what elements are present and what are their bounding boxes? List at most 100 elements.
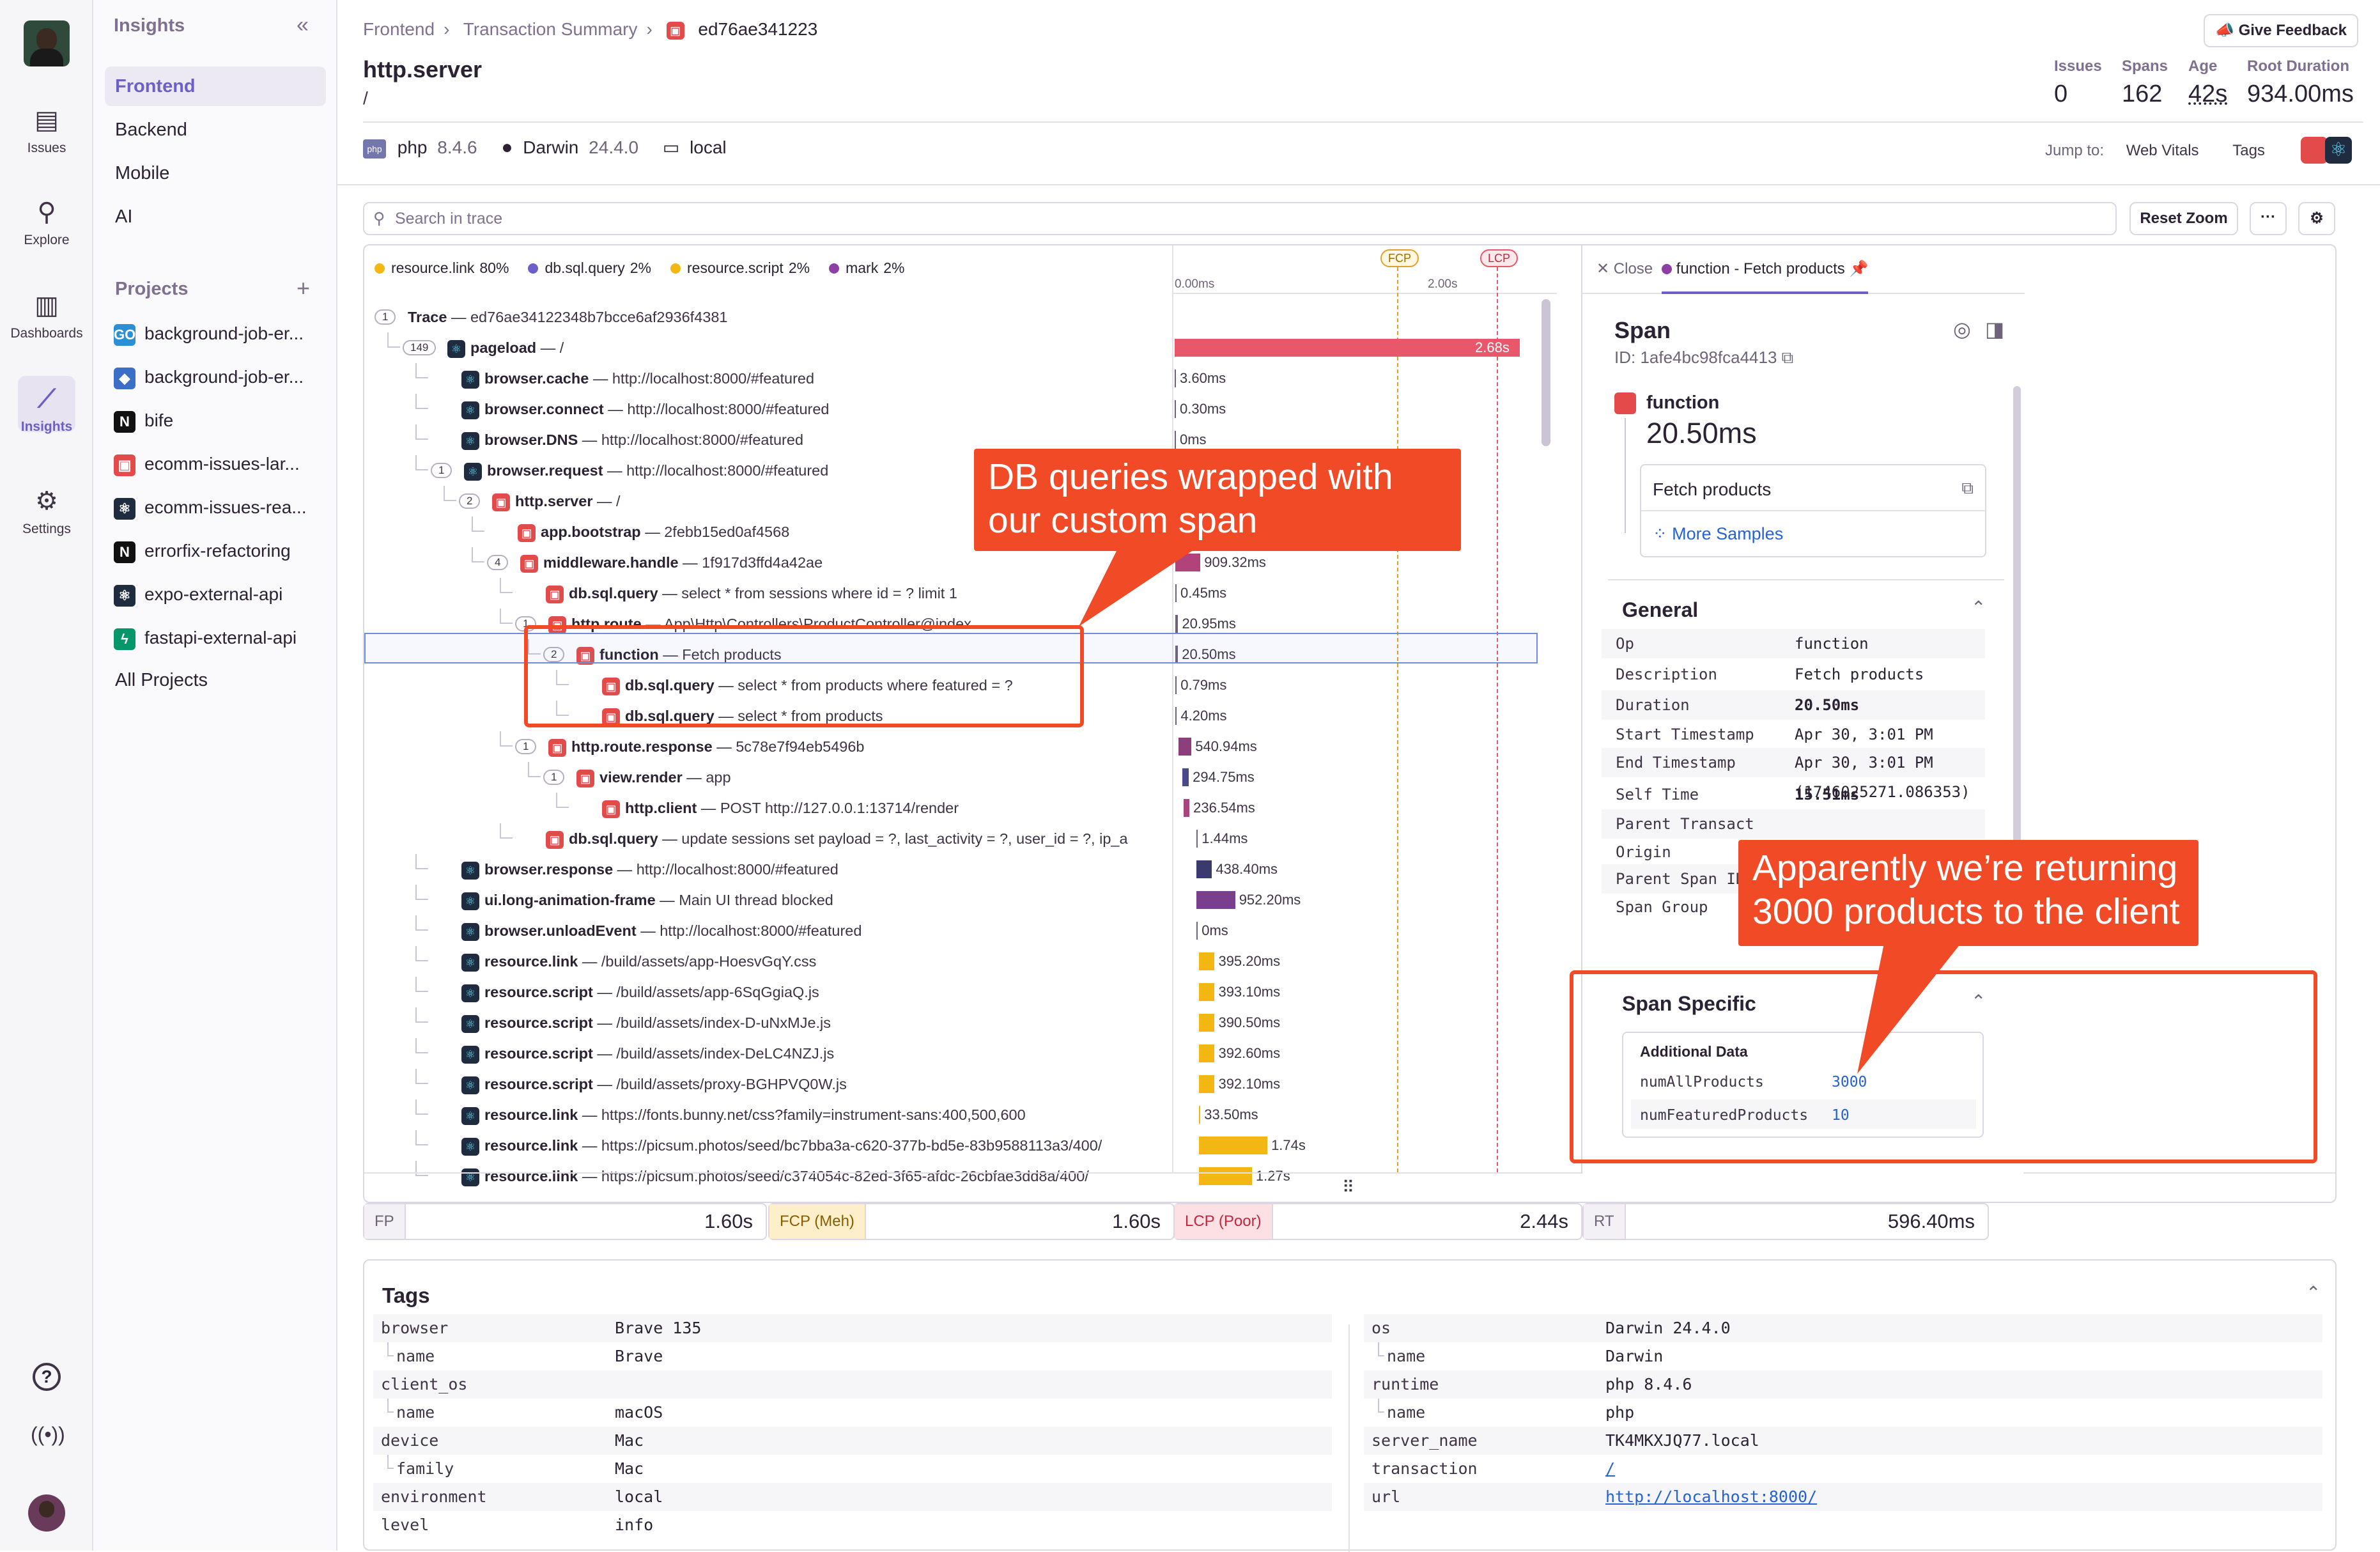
child-count-toggle[interactable]: 2	[459, 493, 481, 509]
span-bar[interactable]	[1196, 830, 1198, 848]
fcp-marker[interactable]: FCP	[1380, 249, 1419, 267]
span-bar[interactable]	[1178, 738, 1192, 756]
project-item[interactable]: Nbife	[114, 404, 331, 437]
project-item[interactable]: GO background-job-er...	[114, 317, 331, 350]
child-count-toggle[interactable]: 1	[431, 463, 452, 478]
trace-row[interactable]: ⚛ resource.link — https://picsum.photos/s…	[364, 1130, 1559, 1161]
project-item[interactable]: Nerrorfix-refactoring	[114, 534, 331, 568]
vital-rt[interactable]: RT 596.40ms	[1582, 1203, 1989, 1240]
trace-row[interactable]: ▣ http.client — POST http://127.0.0.1:137…	[364, 793, 1559, 823]
span-bar[interactable]	[1199, 983, 1215, 1001]
span-bar[interactable]	[1175, 707, 1177, 725]
collapse-general-icon[interactable]: ⌃	[1971, 597, 1986, 618]
project-item[interactable]: ϟ fastapi-external-api	[114, 621, 331, 655]
span-bar[interactable]	[1175, 584, 1177, 602]
span-bar[interactable]	[1175, 554, 1201, 571]
jump-tags[interactable]: Tags	[2232, 142, 2265, 159]
project-item[interactable]: ◆ background-job-er...	[114, 361, 331, 394]
span-bar[interactable]	[1199, 1167, 1252, 1185]
rail-dashboards[interactable]: ▥ Dashboards	[0, 290, 93, 341]
rail-insights[interactable]: ⟋ Insights	[0, 384, 93, 435]
sidebar-item-frontend[interactable]: Frontend	[105, 66, 326, 106]
span-bar[interactable]	[1182, 768, 1189, 786]
trace-settings-button[interactable]: ⚙	[2298, 202, 2335, 235]
span-bar[interactable]	[1175, 431, 1176, 449]
span-bar[interactable]	[1199, 1106, 1201, 1124]
sidebar-toggle-icon[interactable]: ◨	[1985, 317, 2004, 341]
child-count-toggle[interactable]: 1	[515, 739, 537, 754]
trace-row[interactable]: ⚛ resource.script — /build/assets/proxy-B…	[364, 1069, 1559, 1099]
more-options-button[interactable]: ···	[2250, 202, 2287, 235]
lcp-marker[interactable]: LCP	[1480, 249, 1518, 267]
collapse-sidebar-icon[interactable]: «	[297, 13, 309, 38]
span-bar[interactable]	[1199, 952, 1215, 970]
span-bar[interactable]	[1175, 400, 1176, 418]
help-icon[interactable]: ?	[33, 1363, 61, 1391]
all-projects-link[interactable]: All Projects	[105, 660, 326, 700]
reset-zoom-button[interactable]: Reset Zoom	[2129, 202, 2238, 235]
span-bar[interactable]	[1175, 369, 1176, 387]
user-avatar[interactable]	[24, 20, 70, 66]
copy-icon[interactable]: ⧉	[1961, 478, 1974, 499]
span-bar[interactable]	[1175, 339, 1520, 357]
child-count-toggle[interactable]: 149	[403, 340, 437, 355]
add-project-icon[interactable]: +	[297, 275, 310, 302]
rail-issues[interactable]: ▤ Issues	[0, 105, 93, 156]
span-bar[interactable]	[1199, 1014, 1215, 1032]
span-bar[interactable]	[1175, 615, 1178, 633]
trace-search-input[interactable]: ⚲ Search in trace	[363, 202, 2117, 235]
breadcrumb-frontend[interactable]: Frontend	[363, 19, 435, 39]
rail-settings[interactable]: ⚙ Settings	[0, 486, 93, 537]
trace-row[interactable]: ▣ db.sql.query — update sessions set payl…	[364, 823, 1559, 854]
trace-row[interactable]: 1 ▣ http.route.response — 5c78e7f94eb5496b…	[364, 731, 1559, 762]
span-bar[interactable]	[1199, 1075, 1215, 1093]
child-count-toggle[interactable]: 1	[543, 770, 565, 785]
sidebar-item-mobile[interactable]: Mobile	[105, 153, 326, 193]
collapse-tags-icon[interactable]: ⌃	[2306, 1282, 2321, 1303]
legend-item[interactable]: db.sql.query 2%	[528, 260, 651, 276]
project-item[interactable]: ⚛ ecomm-issues-rea...	[114, 491, 331, 524]
child-count-toggle[interactable]: 4	[487, 555, 509, 570]
trace-row[interactable]: ⚛ browser.connect — http://localhost:8000…	[364, 394, 1559, 424]
profile-avatar[interactable]	[28, 1494, 65, 1532]
trace-row[interactable]: 1 ▣ view.render — app 294.75ms	[364, 762, 1559, 793]
trace-row[interactable]: ⚛ resource.link — https://picsum.photos/s…	[364, 1161, 1559, 1191]
trace-row[interactable]: ⚛ browser.response — http://localhost:800…	[364, 854, 1559, 885]
resize-handle[interactable]: ⠿	[1342, 1177, 1354, 1197]
trace-row[interactable]: 149 ⚛ pageload — / 2.68s	[364, 332, 1559, 363]
child-count-toggle[interactable]: 1	[375, 309, 396, 325]
detail-tab[interactable]: function - Fetch products 📌	[1662, 260, 1869, 294]
trace-row[interactable]: ▣ db.sql.query — select * from sessions w…	[364, 578, 1559, 609]
vital-fcp[interactable]: FCP (Meh) 1.60s	[768, 1203, 1175, 1240]
legend-item[interactable]: resource.link 80%	[375, 260, 509, 276]
legend-item[interactable]: resource.script 2%	[670, 260, 810, 276]
trace-row[interactable]: ⚛ resource.link — /build/assets/app-Hoesv…	[364, 946, 1559, 977]
sidebar-item-ai[interactable]: AI	[105, 197, 326, 237]
broadcast-icon[interactable]: ((•))	[31, 1420, 65, 1448]
span-bar[interactable]	[1184, 799, 1190, 817]
project-item[interactable]: ⚛ expo-external-api	[114, 578, 331, 611]
target-icon[interactable]: ◎	[1953, 317, 1971, 341]
tag-value[interactable]: /	[1605, 1455, 1615, 1483]
trace-row[interactable]: ⚛ browser.unloadEvent — http://localhost:…	[364, 915, 1559, 946]
more-samples-link[interactable]: ⁘ More Samples	[1653, 524, 1783, 544]
project-item[interactable]: ▣ ecomm-issues-lar...	[114, 447, 331, 481]
trace-row[interactable]: ⚛ resource.script — /build/assets/app-6Sq…	[364, 977, 1559, 1007]
pin-icon[interactable]: 📌	[1849, 260, 1868, 277]
tag-value[interactable]: http://localhost:8000/	[1605, 1483, 1817, 1511]
trace-row[interactable]: 1 Trace — ed76ae34122348b7bcce6af2936f438…	[364, 302, 1559, 332]
copy-icon[interactable]: ⧉	[1782, 348, 1794, 367]
span-bar[interactable]	[1196, 891, 1235, 909]
span-bar[interactable]	[1196, 922, 1198, 940]
jump-web-vitals[interactable]: Web Vitals	[2126, 142, 2199, 159]
vital-fp[interactable]: FP 1.60s	[363, 1203, 767, 1240]
close-detail-button[interactable]: ✕ Close	[1596, 260, 1653, 278]
trace-row[interactable]: ⚛ resource.script — /build/assets/index-D…	[364, 1038, 1559, 1069]
span-bar[interactable]	[1175, 676, 1177, 694]
trace-row[interactable]: 4 ▣ middleware.handle — 1f917d3ffd4a42ae 90…	[364, 547, 1559, 578]
trace-row[interactable]: ⚛ ui.long-animation-frame — Main UI threa…	[364, 885, 1559, 915]
sidebar-item-backend[interactable]: Backend	[105, 110, 326, 150]
trace-row[interactable]: ⚛ resource.script — /build/assets/index-D…	[364, 1007, 1559, 1038]
detail-scrollbar[interactable]	[2013, 386, 2021, 859]
span-bar[interactable]	[1199, 1044, 1215, 1062]
